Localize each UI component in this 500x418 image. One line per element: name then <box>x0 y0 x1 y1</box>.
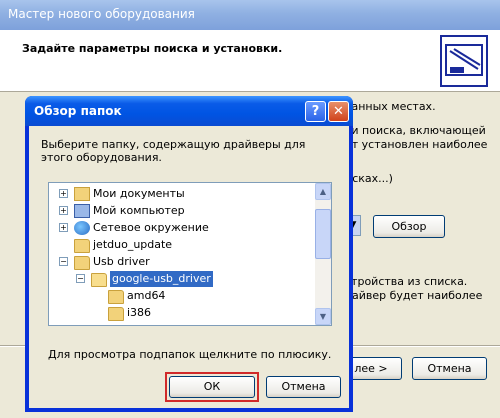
tree-item-label: jetduo_update <box>93 238 173 251</box>
folder-open-icon <box>91 273 107 287</box>
tree-item-label: Сетевое окружение <box>93 221 209 234</box>
dialog-body: Выберите папку, содержащую драйверы для … <box>29 126 349 408</box>
collapse-icon[interactable]: − <box>76 274 85 283</box>
dialog-cancel-button[interactable]: Отмена <box>266 376 341 398</box>
wizard-text-line: ет установлен наиболее <box>345 138 488 151</box>
scroll-down-icon[interactable]: ▼ <box>315 308 331 325</box>
tree-item-amd64[interactable]: amd64 <box>49 288 313 304</box>
tree-item-my-documents[interactable]: + Мои документы <box>49 186 313 202</box>
tree-item-label: amd64 <box>127 289 166 302</box>
tree-item-label: i386 <box>127 306 152 319</box>
wizard-text-line: ванных местах. <box>345 100 436 113</box>
folder-icon <box>108 290 124 304</box>
browse-folder-dialog: Обзор папок ? ✕ Выберите папку, содержащ… <box>25 96 353 412</box>
folder-icon <box>74 239 90 253</box>
folder-icon <box>108 307 124 321</box>
close-button[interactable]: ✕ <box>328 101 349 122</box>
network-icon <box>74 221 90 235</box>
wizard-title-bar: Мастер нового оборудования <box>0 0 500 30</box>
tree-item-network[interactable]: + Сетевое окружение <box>49 220 313 236</box>
tree-scrollbar[interactable]: ▲ ▼ <box>315 183 331 325</box>
tree-item-jetduo-update[interactable]: jetduo_update <box>49 237 313 253</box>
computer-icon <box>74 204 90 218</box>
dialog-hint: Для просмотра подпапок щелкните по плюси… <box>48 348 332 361</box>
tree-item-label: Usb driver <box>93 255 150 268</box>
tree-item-label-selected: google-usb_driver <box>109 270 214 288</box>
wizard-text-line: ти поиска, включающей <box>345 124 486 137</box>
ok-button[interactable]: ОК <box>169 376 255 398</box>
browse-button[interactable]: Обзор <box>373 215 445 238</box>
scroll-up-icon[interactable]: ▲ <box>315 183 331 200</box>
tree-item-my-computer[interactable]: + Мой компьютер <box>49 203 313 219</box>
wizard-cancel-button[interactable]: Отмена <box>412 357 487 380</box>
documents-icon <box>74 187 90 201</box>
dialog-title-bar[interactable]: Обзор папок ? ✕ <box>25 96 353 126</box>
folder-icon <box>74 256 90 270</box>
dialog-description: Выберите папку, содержащую драйверы для … <box>41 138 306 164</box>
wizard-header: Задайте параметры поиска и установки. <box>0 30 500 92</box>
expand-icon[interactable]: + <box>59 189 68 198</box>
help-button[interactable]: ? <box>305 101 326 122</box>
hardware-wizard-icon <box>440 35 488 87</box>
tree-item-i386[interactable]: i386 <box>49 305 313 321</box>
scroll-thumb[interactable] <box>315 209 331 259</box>
wizard-title: Мастер нового оборудования <box>8 7 195 21</box>
expand-icon[interactable]: + <box>59 206 68 215</box>
dialog-title: Обзор папок <box>34 104 122 118</box>
expand-icon[interactable]: + <box>59 223 68 232</box>
tree-item-label: Мои документы <box>93 187 185 200</box>
tree-item-label: Мой компьютер <box>93 204 185 217</box>
folder-tree[interactable]: + Мои документы + Мой компьютер + Сетево… <box>48 182 332 326</box>
tree-item-usb-driver[interactable]: − Usb driver <box>49 254 313 270</box>
wizard-text-line: стройства из списка. <box>345 275 468 288</box>
collapse-icon[interactable]: − <box>59 257 68 266</box>
wizard-text-line: райвер будет наиболее <box>345 289 483 302</box>
tree-item-google-usb-driver[interactable]: − google-usb_driver <box>49 270 313 288</box>
wizard-heading: Задайте параметры поиска и установки. <box>22 42 283 55</box>
